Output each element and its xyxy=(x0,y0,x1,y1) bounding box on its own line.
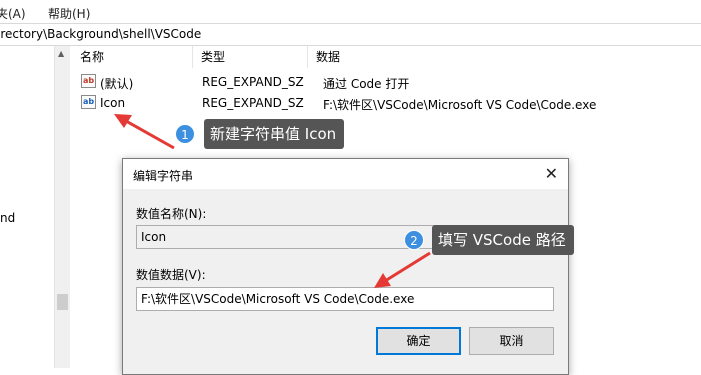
value-data-field[interactable]: F:\软件区\VSCode\Microsoft VS Code\Code.exe xyxy=(136,287,554,311)
menu-help[interactable]: 帮助(H) xyxy=(48,5,90,22)
row-type: REG_EXPAND_SZ xyxy=(202,75,304,89)
dialog-titlebar[interactable]: 编辑字符串 ✕ xyxy=(123,159,568,189)
menu-bar: 夹(A) 帮助(H) xyxy=(0,0,701,22)
reg-string-icon: ab xyxy=(81,95,96,109)
row-name: (默认) xyxy=(100,77,134,91)
scroll-thumb[interactable] xyxy=(57,294,68,310)
list-row[interactable]: ab Icon REG_EXPAND_SZ F:\软件区\VSCode\Micr… xyxy=(72,93,701,113)
annotation-badge-1: 1 xyxy=(175,124,195,144)
ok-button[interactable]: 确定 xyxy=(376,327,461,355)
menu-favorites[interactable]: 夹(A) xyxy=(0,5,26,22)
cancel-button[interactable]: 取消 xyxy=(469,327,554,355)
address-path: irectory\Background\shell\VSCode xyxy=(0,27,202,41)
row-type: REG_EXPAND_SZ xyxy=(202,96,304,110)
list-row[interactable]: ab (默认) REG_EXPAND_SZ 通过 Code 打开 xyxy=(72,72,701,92)
row-data: F:\软件区\VSCode\Microsoft VS Code\Code.exe xyxy=(323,98,597,112)
edit-string-dialog: 编辑字符串 ✕ 数值名称(N): Icon 数值数据(V): F:\软件区\VS… xyxy=(122,158,569,375)
tree-item[interactable]: nd xyxy=(0,211,15,225)
annotation-badge-2: 2 xyxy=(404,230,424,250)
annotation-text-2: 填写 VSCode 路径 xyxy=(438,231,566,249)
column-header-data[interactable]: 数据 xyxy=(308,46,701,68)
scroll-up-arrow-icon[interactable]: ▲ xyxy=(58,49,64,58)
address-bar[interactable]: irectory\Background\shell\VSCode xyxy=(0,23,701,46)
row-name: Icon xyxy=(100,96,126,110)
dialog-title: 编辑字符串 xyxy=(133,169,194,183)
row-data: 通过 Code 打开 xyxy=(323,77,410,91)
value-data-label: 数值数据(V): xyxy=(136,268,206,282)
annotation-text-1: 新建字符串值 Icon xyxy=(210,125,337,143)
tree-pane[interactable]: nd xyxy=(0,46,54,368)
close-icon[interactable]: ✕ xyxy=(545,164,558,183)
annotation-callout-2: 填写 VSCode 路径 xyxy=(432,225,574,255)
value-name-label: 数值名称(N): xyxy=(136,207,207,221)
reg-string-icon: ab xyxy=(81,74,96,88)
tree-scrollbar[interactable]: ▲ xyxy=(54,46,70,368)
column-header-type[interactable]: 类型 xyxy=(193,46,308,68)
annotation-callout-1: 新建字符串值 Icon xyxy=(204,119,345,149)
column-header-name[interactable]: 名称 xyxy=(72,46,193,68)
